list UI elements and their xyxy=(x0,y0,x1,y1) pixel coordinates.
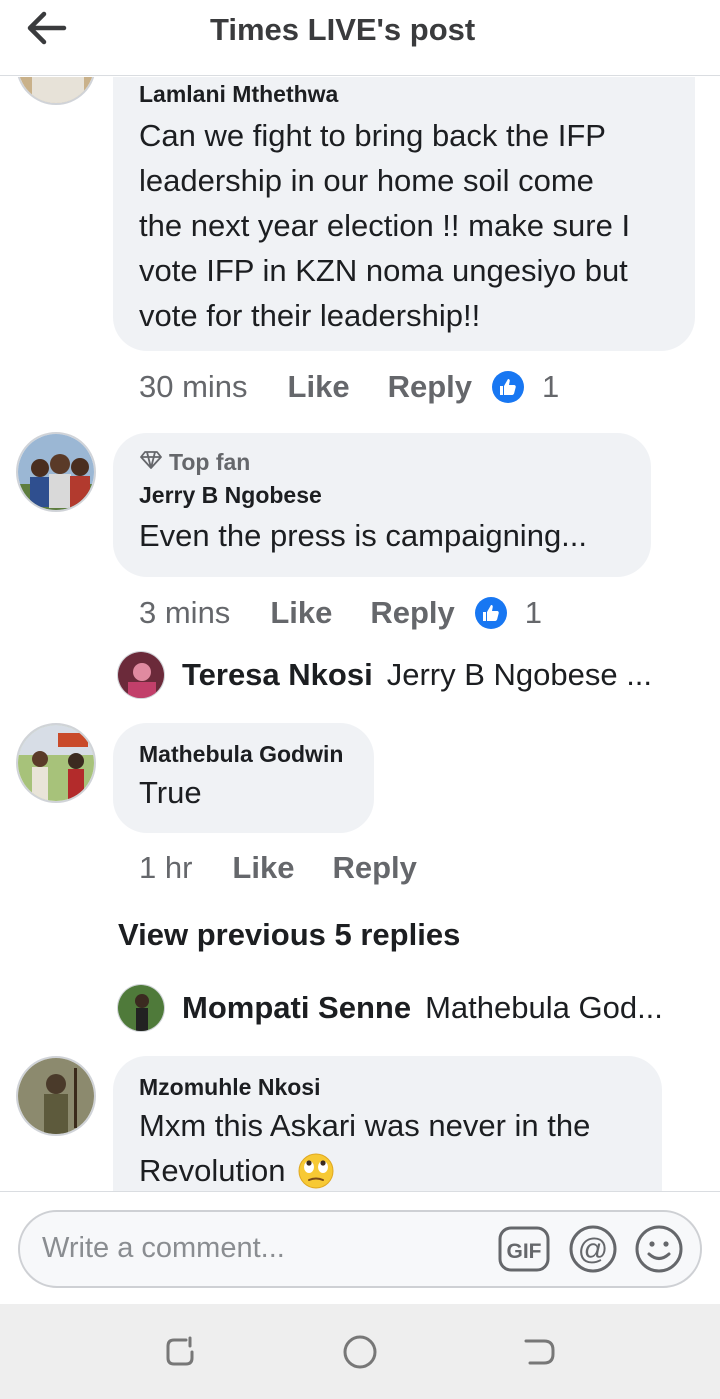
comment-time: 30 mins xyxy=(139,369,248,404)
avatar[interactable] xyxy=(117,651,165,699)
page-title: Times LIVE's post xyxy=(210,12,476,47)
avatar[interactable] xyxy=(117,984,165,1032)
comment-actions: 3 mins Like Reply 1 xyxy=(139,593,542,633)
comment-author[interactable]: Jerry B Ngobese xyxy=(139,482,625,509)
comment-author[interactable]: Mathebula Godwin xyxy=(139,741,348,768)
recents-icon[interactable] xyxy=(160,1332,200,1372)
avatar[interactable] xyxy=(16,723,96,803)
comment-text-line: the next year election !! make sure I xyxy=(139,208,631,243)
avatar[interactable] xyxy=(16,77,96,105)
like-count: 1 xyxy=(542,369,560,404)
comment-author[interactable]: Lamlani Mthethwa xyxy=(139,81,669,108)
at-sign-icon[interactable]: @ xyxy=(567,1223,619,1280)
thumbs-up-icon xyxy=(474,597,507,629)
reply-snippet: Jerry B Ngobese ... xyxy=(386,657,653,692)
reply-author: Teresa Nkosi xyxy=(182,657,373,692)
avatar[interactable] xyxy=(16,1056,96,1136)
diamond-icon xyxy=(139,449,163,476)
eye-roll-emoji-icon xyxy=(297,1152,335,1190)
svg-text:@: @ xyxy=(578,1233,608,1266)
top-fan-label: Top fan xyxy=(169,449,251,475)
comment-author[interactable]: Mzomuhle Nkosi xyxy=(139,1074,636,1101)
like-button[interactable]: Like xyxy=(270,595,332,631)
system-navigation-bar xyxy=(0,1304,720,1399)
comment-input[interactable]: Write a comment... GIF @ xyxy=(18,1210,702,1288)
comment-text-line: True xyxy=(139,775,202,810)
like-count: 1 xyxy=(524,595,543,630)
reply-preview[interactable]: Teresa Nkosi Jerry B Ngobese ... xyxy=(182,651,652,699)
comment-text-line: vote for their leadership!! xyxy=(139,298,481,333)
view-previous-replies-link[interactable]: View previous 5 replies xyxy=(118,917,460,953)
comment-bubble: Mzomuhle Nkosi Mxm this Askari was never… xyxy=(113,1056,662,1191)
comment-actions: 30 mins Like Reply 1 xyxy=(139,367,559,407)
comment-text-line: leadership in our home soil come xyxy=(139,163,594,198)
top-app-bar: Times LIVE's post xyxy=(0,0,720,76)
reply-button[interactable]: Reply xyxy=(332,850,416,886)
reply-button[interactable]: Reply xyxy=(370,595,454,631)
svg-text:GIF: GIF xyxy=(507,1240,542,1263)
comment-actions: 1 hr Like Reply xyxy=(139,848,417,888)
top-fan-badge: Top fan xyxy=(139,449,625,476)
thumbs-up-icon xyxy=(492,371,524,403)
comment-composer: Write a comment... GIF @ xyxy=(0,1191,720,1304)
comment-bubble: Top fan Jerry B Ngobese Even the press i… xyxy=(113,433,651,577)
back-arrow-icon[interactable] xyxy=(22,8,76,48)
comment-text-line-with-emoji: Revolution xyxy=(139,1148,636,1191)
like-button[interactable]: Like xyxy=(288,369,350,405)
comment-text-line: Mxm this Askari was never in the xyxy=(139,1108,591,1143)
comment-text-line: Even the press is campaigning... xyxy=(139,518,588,553)
reply-author: Mompati Senne xyxy=(182,990,412,1025)
reply-snippet: Mathebula God... xyxy=(425,990,663,1025)
home-icon[interactable] xyxy=(340,1332,380,1372)
comment-time: 1 hr xyxy=(139,850,193,885)
gif-icon[interactable]: GIF xyxy=(498,1226,550,1277)
reply-button[interactable]: Reply xyxy=(388,369,472,405)
avatar[interactable] xyxy=(16,432,96,512)
comment-time: 3 mins xyxy=(139,595,231,630)
nav-back-icon[interactable] xyxy=(520,1332,560,1372)
screen: Times LIVE's post Lamlani Mthethwa Can w… xyxy=(0,0,720,1399)
like-button[interactable]: Like xyxy=(232,850,294,886)
comment-text-word: Revolution xyxy=(139,1153,286,1188)
comment-bubble: Lamlani Mthethwa Can we fight to bring b… xyxy=(113,77,695,351)
comments-feed[interactable]: Lamlani Mthethwa Can we fight to bring b… xyxy=(0,77,720,1191)
comment-text-line: vote IFP in KZN noma ungesiyo but xyxy=(139,253,628,288)
comment-bubble: Mathebula Godwin True xyxy=(113,723,374,833)
reply-preview[interactable]: Mompati Senne Mathebula God... xyxy=(182,984,663,1032)
smiley-icon[interactable] xyxy=(633,1223,685,1280)
comment-text-line: Can we fight to bring back the IFP xyxy=(139,118,606,153)
comment-input-placeholder: Write a comment... xyxy=(42,1232,285,1264)
